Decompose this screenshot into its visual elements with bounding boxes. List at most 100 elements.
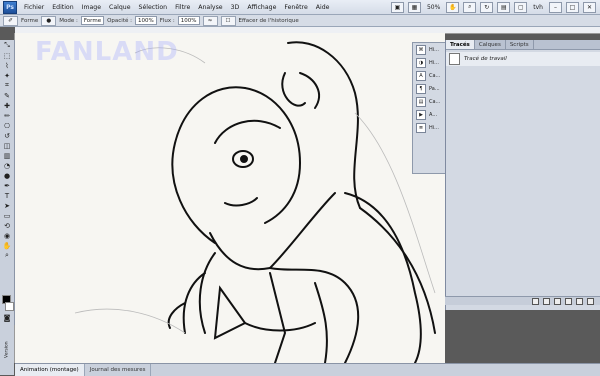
dock-item-layer-comps[interactable]: ▤ Ca... xyxy=(413,95,446,108)
history-icon: ⌘ xyxy=(416,44,426,55)
pen-tool-icon[interactable]: ✒ xyxy=(2,181,12,190)
paragraph-icon: ¶ xyxy=(416,83,426,94)
layer-comps-icon: ▤ xyxy=(416,96,426,107)
lasso-tool-icon[interactable]: ⌇ xyxy=(2,61,12,70)
new-path-icon[interactable] xyxy=(576,297,583,305)
menu-fenetre[interactable]: Fenêtre xyxy=(280,4,311,11)
dodge-tool-icon[interactable]: ● xyxy=(2,171,12,180)
eraser-icon[interactable]: ◫ xyxy=(2,141,12,150)
character-icon: A xyxy=(416,70,426,81)
history-brush-icon[interactable]: ↺ xyxy=(2,131,12,140)
menu-image[interactable]: Image xyxy=(78,4,105,11)
flow-input[interactable]: 100% xyxy=(177,16,200,25)
version-side-label: Version xyxy=(0,325,14,375)
photoshop-logo: Ps xyxy=(3,0,17,14)
tab-scripts[interactable]: Scripts xyxy=(506,40,534,49)
document-canvas[interactable]: FANLAND xyxy=(15,33,445,363)
panel-footer xyxy=(445,296,600,305)
menu-bar: Ps Fichier Edition Image Calque Sélectio… xyxy=(0,0,600,15)
shape-tool-icon[interactable]: ▭ xyxy=(2,211,12,220)
path-thumbnail xyxy=(449,53,460,65)
blur-tool-icon[interactable]: ◔ xyxy=(2,161,12,170)
menu-calque[interactable]: Calque xyxy=(105,4,135,11)
menu-filtre[interactable]: Filtre xyxy=(171,4,194,11)
move-tool-icon[interactable]: ⤡ xyxy=(2,41,12,50)
zoom-level[interactable]: 50% xyxy=(425,4,442,11)
brush-preset-button[interactable]: ● xyxy=(41,15,57,26)
shape-label: Forme xyxy=(21,17,39,24)
menu-3d[interactable]: 3D xyxy=(227,4,244,11)
marquee-tool-icon[interactable]: ⬚ xyxy=(2,51,12,60)
eyedropper-icon[interactable]: ✎ xyxy=(2,91,12,100)
hand-icon[interactable]: ✋ xyxy=(446,1,460,13)
toolbox: ⤡ ⬚ ⌇ ✦ ⌗ ✎ ✚ ✏ ⎔ ↺ ◫ ▥ ◔ ● ✒ T ➤ ▭ ⟲ ◉ … xyxy=(0,40,15,325)
tab-traces[interactable]: Tracés xyxy=(446,40,475,49)
path-selection-icon[interactable]: ➤ xyxy=(2,201,12,210)
tab-measurement-log[interactable]: Journal des mesures xyxy=(85,364,152,376)
paths-panel: Tracés Calques Scripts Tracé de travail xyxy=(445,40,600,310)
actions-icon: ▶ xyxy=(416,109,426,120)
dock-item-history-2[interactable]: ≣ Hi... xyxy=(413,121,446,134)
tab-animation[interactable]: Animation (montage) xyxy=(15,364,85,376)
bottom-panel-tabs: Animation (montage) Journal des mesures xyxy=(15,363,600,376)
path-label: Tracé de travail xyxy=(464,56,507,62)
flow-label: Flux : xyxy=(159,17,175,24)
arrange-icon[interactable]: ▤ xyxy=(497,1,511,13)
menu-affichage[interactable]: Affichage xyxy=(243,4,280,11)
delete-path-icon[interactable] xyxy=(587,297,594,305)
grid-icon[interactable]: ▦ xyxy=(407,1,421,13)
crop-tool-icon[interactable]: ⌗ xyxy=(2,81,12,90)
magic-wand-icon[interactable]: ✦ xyxy=(2,71,12,80)
lineart-drawing xyxy=(74,41,436,363)
brush-tool-icon[interactable]: ✏ xyxy=(2,111,12,120)
zoom-tool-icon[interactable]: ⌕ xyxy=(2,251,12,260)
3d-rotate-icon[interactable]: ⟲ xyxy=(2,221,12,230)
3d-camera-icon[interactable]: ◉ xyxy=(2,231,12,240)
zoom-icon[interactable]: ⌕ xyxy=(463,1,477,13)
maximize-icon[interactable]: □ xyxy=(566,1,579,13)
history-label: Effacer de l'historique xyxy=(238,17,299,24)
screen-mode-icon[interactable]: ▢ xyxy=(514,1,528,13)
healing-brush-icon[interactable]: ✚ xyxy=(2,101,12,110)
hand-tool-icon[interactable]: ✋ xyxy=(2,241,12,250)
eraser-tool-icon[interactable]: ✐ xyxy=(3,15,18,26)
stroke-path-icon[interactable] xyxy=(543,297,550,305)
dock-item-history[interactable]: ⌘ Hi... xyxy=(413,43,446,56)
path-row-work-path[interactable]: Tracé de travail xyxy=(446,52,600,66)
rotate-icon[interactable]: ↻ xyxy=(480,1,494,13)
gradient-icon[interactable]: ▥ xyxy=(2,151,12,160)
menu-edition[interactable]: Edition xyxy=(48,4,77,11)
panel-tabs: Tracés Calques Scripts xyxy=(446,40,600,50)
load-selection-icon[interactable] xyxy=(554,297,561,305)
make-path-icon[interactable] xyxy=(565,297,572,305)
menu-selection[interactable]: Sélection xyxy=(135,4,172,11)
mode-select[interactable]: Forme xyxy=(80,16,105,25)
fill-path-icon[interactable] xyxy=(532,297,539,305)
opacity-input[interactable]: 100% xyxy=(134,16,157,25)
type-tool-icon[interactable]: T xyxy=(2,191,12,200)
quick-mask-icon[interactable]: ◙ xyxy=(2,313,12,322)
opacity-label: Opacité : xyxy=(107,17,132,24)
bridge-icon[interactable]: ▣ xyxy=(390,1,404,13)
close-icon[interactable]: ✕ xyxy=(583,1,596,13)
stamp-tool-icon[interactable]: ⎔ xyxy=(2,121,12,130)
menu-fichier[interactable]: Fichier xyxy=(20,4,48,11)
tab-calques[interactable]: Calques xyxy=(475,40,506,49)
background-color-swatch[interactable] xyxy=(5,302,14,311)
airbrush-icon[interactable]: ≈ xyxy=(202,15,218,26)
dock-item-characters[interactable]: A Ca... xyxy=(413,69,446,82)
mode-label: Mode : xyxy=(59,17,78,24)
dock-item-histogram[interactable]: ◑ Hi... xyxy=(413,56,446,69)
minimize-icon[interactable]: – xyxy=(549,1,562,13)
options-bar: ✐ Forme ● Mode : Forme Opacité : 100% Fl… xyxy=(0,15,600,27)
history-checkbox[interactable]: ☐ xyxy=(220,15,236,26)
canvas-watermark: FANLAND xyxy=(35,37,179,67)
menu-aide[interactable]: Aide xyxy=(312,4,334,11)
menu-analyse[interactable]: Analyse xyxy=(194,4,226,11)
panel-dock: ⌘ Hi... ◑ Hi... A Ca... ¶ Pa... ▤ Ca... ▶ A...… xyxy=(412,42,447,174)
history-2-icon: ≣ xyxy=(416,122,426,133)
histogram-icon: ◑ xyxy=(416,57,426,68)
dock-item-paragraph[interactable]: ¶ Pa... xyxy=(413,82,446,95)
dock-item-actions[interactable]: ▶ A... xyxy=(413,108,446,121)
workspace-name[interactable]: tvh xyxy=(531,4,545,11)
